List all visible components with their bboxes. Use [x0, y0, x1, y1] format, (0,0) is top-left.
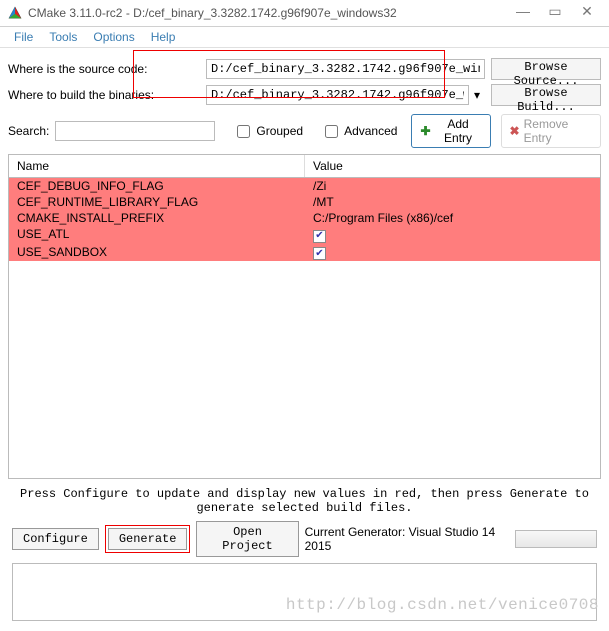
cell-value[interactable]: ✔	[305, 226, 600, 244]
source-path-input[interactable]	[206, 59, 485, 79]
maximize-icon[interactable]: ▭	[541, 4, 569, 22]
cell-name: CEF_RUNTIME_LIBRARY_FLAG	[9, 194, 305, 210]
open-project-button[interactable]: Open Project	[196, 521, 298, 557]
configure-button[interactable]: Configure	[12, 528, 99, 550]
cmake-logo-icon	[8, 6, 22, 20]
grouped-checkbox[interactable]: Grouped	[233, 122, 303, 141]
window-title: CMake 3.11.0-rc2 - D:/cef_binary_3.3282.…	[28, 6, 509, 20]
bottom-bar: Configure Generate Open Project Current …	[8, 521, 601, 563]
minimize-icon[interactable]: —	[509, 4, 537, 22]
cell-name: USE_ATL	[9, 226, 305, 244]
progress-bar	[515, 530, 597, 548]
cell-value[interactable]: C:/Program Files (x86)/cef	[305, 210, 600, 226]
search-label: Search:	[8, 124, 49, 138]
cell-value[interactable]: /Zi	[305, 178, 600, 194]
cache-table: Name Value CEF_DEBUG_INFO_FLAG/ZiCEF_RUN…	[8, 154, 601, 479]
col-value[interactable]: Value	[305, 155, 600, 177]
build-row: Where to build the binaries: ▾ Browse Bu…	[8, 84, 601, 106]
cell-name: CEF_DEBUG_INFO_FLAG	[9, 178, 305, 194]
annotation-box-generate: Generate	[105, 525, 191, 553]
menu-file[interactable]: File	[14, 30, 33, 44]
menubar: File Tools Options Help	[0, 27, 609, 48]
checkbox-icon[interactable]: ✔	[313, 247, 326, 260]
advanced-checkbox[interactable]: Advanced	[321, 122, 397, 141]
source-label: Where is the source code:	[8, 62, 206, 76]
build-path-input[interactable]	[206, 85, 469, 105]
close-icon[interactable]: ✕	[573, 4, 601, 22]
add-entry-button[interactable]: ✚Add Entry	[411, 114, 490, 148]
toolbar: Search: Grouped Advanced ✚Add Entry ✖Rem…	[8, 114, 601, 148]
watermark-text: http://blog.csdn.net/venice0708	[286, 596, 599, 614]
table-row[interactable]: CEF_RUNTIME_LIBRARY_FLAG/MT	[9, 194, 600, 210]
cell-value[interactable]: /MT	[305, 194, 600, 210]
browse-source-button[interactable]: Browse Source...	[491, 58, 601, 80]
cell-name: CMAKE_INSTALL_PREFIX	[9, 210, 305, 226]
plus-icon: ✚	[420, 124, 430, 138]
hint-text: Press Configure to update and display ne…	[8, 479, 601, 521]
menu-tools[interactable]: Tools	[49, 30, 77, 44]
menu-help[interactable]: Help	[151, 30, 176, 44]
x-icon: ✖	[510, 124, 520, 138]
build-label: Where to build the binaries:	[8, 88, 206, 102]
generate-button[interactable]: Generate	[108, 528, 188, 550]
table-row[interactable]: USE_ATL ✔	[9, 226, 600, 244]
table-row[interactable]: CEF_DEBUG_INFO_FLAG/Zi	[9, 178, 600, 194]
table-row[interactable]: USE_SANDBOX ✔	[9, 244, 600, 262]
remove-entry-button: ✖Remove Entry	[501, 114, 601, 148]
current-generator-text: Current Generator: Visual Studio 14 2015	[305, 525, 510, 553]
cell-name: USE_SANDBOX	[9, 244, 305, 262]
titlebar: CMake 3.11.0-rc2 - D:/cef_binary_3.3282.…	[0, 0, 609, 27]
cell-value[interactable]: ✔	[305, 244, 600, 262]
search-input[interactable]	[55, 121, 215, 141]
menu-options[interactable]: Options	[93, 30, 134, 44]
table-row[interactable]: CMAKE_INSTALL_PREFIXC:/Program Files (x8…	[9, 210, 600, 226]
source-row: Where is the source code: Browse Source.…	[8, 58, 601, 80]
chevron-down-icon[interactable]: ▾	[469, 88, 485, 102]
col-name[interactable]: Name	[9, 155, 305, 177]
checkbox-icon[interactable]: ✔	[313, 230, 326, 243]
browse-build-button[interactable]: Browse Build...	[491, 84, 601, 106]
